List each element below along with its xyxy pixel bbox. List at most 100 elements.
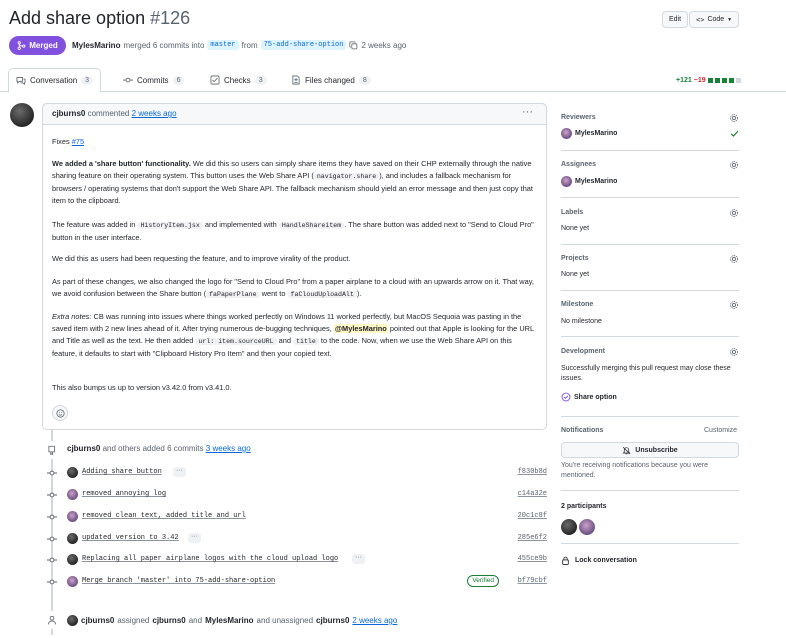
assign-actor[interactable]: cjburns0 <box>81 616 114 625</box>
code-button[interactable]: <> Code ▼ <box>689 11 740 28</box>
projects-value: None yet <box>561 271 590 278</box>
commit-author-avatar[interactable] <box>67 533 78 544</box>
fixes-issue-link[interactable]: #75 <box>72 137 84 146</box>
sidebar-divider <box>561 416 739 417</box>
p1-code: navigator.share <box>313 173 380 180</box>
commit-author-avatar[interactable] <box>67 489 78 500</box>
base-branch[interactable]: master <box>207 40 239 50</box>
comment-time[interactable]: 2 weeks ago <box>132 109 177 118</box>
participant-avatar[interactable] <box>561 519 577 535</box>
commit-sha[interactable]: 285e6f2 <box>518 534 547 542</box>
check-icon <box>730 130 739 137</box>
p2-code-2: HandleShareitem <box>278 222 345 229</box>
summary-time[interactable]: 3 weeks ago <box>206 444 251 453</box>
lock-conversation-button[interactable]: Lock conversation <box>561 556 637 565</box>
tab-commits[interactable]: Commits 6 <box>123 68 185 92</box>
commit-message[interactable]: Adding share button <box>82 468 162 476</box>
gear-icon[interactable] <box>729 347 739 357</box>
assign-time[interactable]: 2 weeks ago <box>352 616 397 625</box>
commit-author-avatar[interactable] <box>67 554 78 565</box>
commit-expand-button[interactable]: ··· <box>352 554 365 564</box>
commit-message[interactable]: removed annoying log <box>82 490 166 498</box>
gear-icon[interactable] <box>729 254 739 264</box>
commit-message[interactable]: removed clean text, added title and url <box>82 512 246 520</box>
merge-author[interactable]: MylesMarino <box>72 41 120 50</box>
milestone-heading: Milestone <box>561 301 594 308</box>
add-reaction-button[interactable] <box>52 405 68 421</box>
tab-checks[interactable]: Checks 3 <box>210 68 267 92</box>
commit-row: removed annoying log c14a32e <box>47 488 547 502</box>
gear-icon[interactable] <box>729 300 739 310</box>
commit-expand-button[interactable]: ··· <box>173 467 186 477</box>
linked-issue[interactable]: Share option <box>561 392 617 402</box>
tab-conversation-count: 3 <box>81 76 94 85</box>
merge-time: 2 weeks ago <box>361 40 407 50</box>
assign-user-1[interactable]: cjburns0 <box>152 616 185 625</box>
tab-commits-label: Commits <box>137 75 169 85</box>
comment-author-avatar[interactable] <box>10 103 34 127</box>
bell-slash-icon <box>622 446 631 454</box>
kebab-menu-icon[interactable]: ··· <box>522 106 533 118</box>
unsubscribe-button[interactable]: Unsubscribe <box>561 442 739 458</box>
commit-expand-button[interactable]: ··· <box>188 533 201 543</box>
assignee-name: MylesMarino <box>575 178 618 185</box>
commit-author-avatar[interactable] <box>67 576 78 587</box>
sidebar-divider <box>561 490 739 491</box>
commit-message[interactable]: Replacing all paper airplane logos with … <box>82 555 338 563</box>
edit-button[interactable]: Edit <box>662 11 689 28</box>
comment-author[interactable]: cjburns0 <box>52 109 85 118</box>
commit-author-avatar[interactable] <box>67 467 78 478</box>
fixes-label: Fixes <box>52 137 70 146</box>
assignee-avatar <box>561 176 572 187</box>
commit-sha[interactable]: c14a32e <box>518 490 547 498</box>
person-icon <box>48 615 56 625</box>
user-mention[interactable]: @MylesMarino <box>333 324 388 333</box>
p2-text-a: The feature was added in <box>52 220 136 229</box>
git-commit-icon <box>123 77 133 83</box>
assign-actor-avatar[interactable] <box>67 615 78 626</box>
gear-icon[interactable] <box>729 208 739 218</box>
diffstat-box <box>728 78 734 83</box>
commit-message[interactable]: Merge branch 'master' into 75-add-share-… <box>82 577 275 585</box>
reviewer-item[interactable]: MylesMarino <box>561 128 617 139</box>
gear-icon[interactable] <box>729 160 739 170</box>
commit-sha[interactable]: 455ce9b <box>518 555 547 563</box>
notification-reason: You're receiving notifications because y… <box>561 462 708 479</box>
assign-user-2[interactable]: MylesMarino <box>205 616 253 625</box>
commit-message[interactable]: updated version to 3.42 <box>82 534 179 542</box>
merged-status-badge: Merged <box>9 36 66 55</box>
tab-conversation[interactable]: Conversation 3 <box>8 68 102 93</box>
p4-text-c: ). <box>356 289 362 298</box>
sidebar-divider <box>561 290 739 291</box>
commit-sha[interactable]: f830b8d <box>518 468 547 476</box>
commits-summary: cjburns0 and others added 6 commits 3 we… <box>67 444 251 453</box>
commit-sha[interactable]: bf79cbf <box>518 577 547 585</box>
tab-files-changed[interactable]: Files changed 8 <box>291 68 371 92</box>
tab-files-changed-label: Files changed <box>305 75 355 85</box>
assign-user-3[interactable]: cjburns0 <box>316 616 349 625</box>
sidebar-divider <box>561 244 739 245</box>
assignment-event: cjburns0 assigned cjburns0 and MylesMari… <box>67 615 397 626</box>
gear-icon[interactable] <box>729 113 739 123</box>
code-icon: <> <box>696 15 705 24</box>
verified-badge[interactable]: Verified <box>467 575 499 587</box>
assign-and: and <box>188 616 203 625</box>
assignee-item[interactable]: MylesMarino <box>561 176 617 187</box>
reviewer-name: MylesMarino <box>575 130 618 137</box>
lock-conversation-label: Lock conversation <box>575 557 637 564</box>
comment-paragraph-1: We added a 'share button' functionality.… <box>52 158 537 207</box>
head-branch[interactable]: 75-add-share-option <box>260 40 347 50</box>
notifications-heading: Notifications <box>561 427 604 434</box>
comment-paragraph-3: We did this as users had been requesting… <box>52 254 351 263</box>
commit-row: Replacing all paper airplane logos with … <box>47 553 547 567</box>
copy-icon[interactable] <box>349 40 358 50</box>
summary-author[interactable]: cjburns0 <box>67 444 100 453</box>
commit-author-avatar[interactable] <box>67 511 78 522</box>
diffstat: +121 −19 <box>676 77 741 84</box>
diffstat-box <box>707 78 713 83</box>
comment-paragraph-6: This also bumps us up to version v3.42.0… <box>52 383 232 392</box>
customize-link[interactable]: Customize <box>704 427 737 434</box>
p2-text-b: and implemented with <box>204 220 277 229</box>
participant-avatar[interactable] <box>579 519 595 535</box>
commit-sha[interactable]: 20c1c8f <box>518 512 547 520</box>
